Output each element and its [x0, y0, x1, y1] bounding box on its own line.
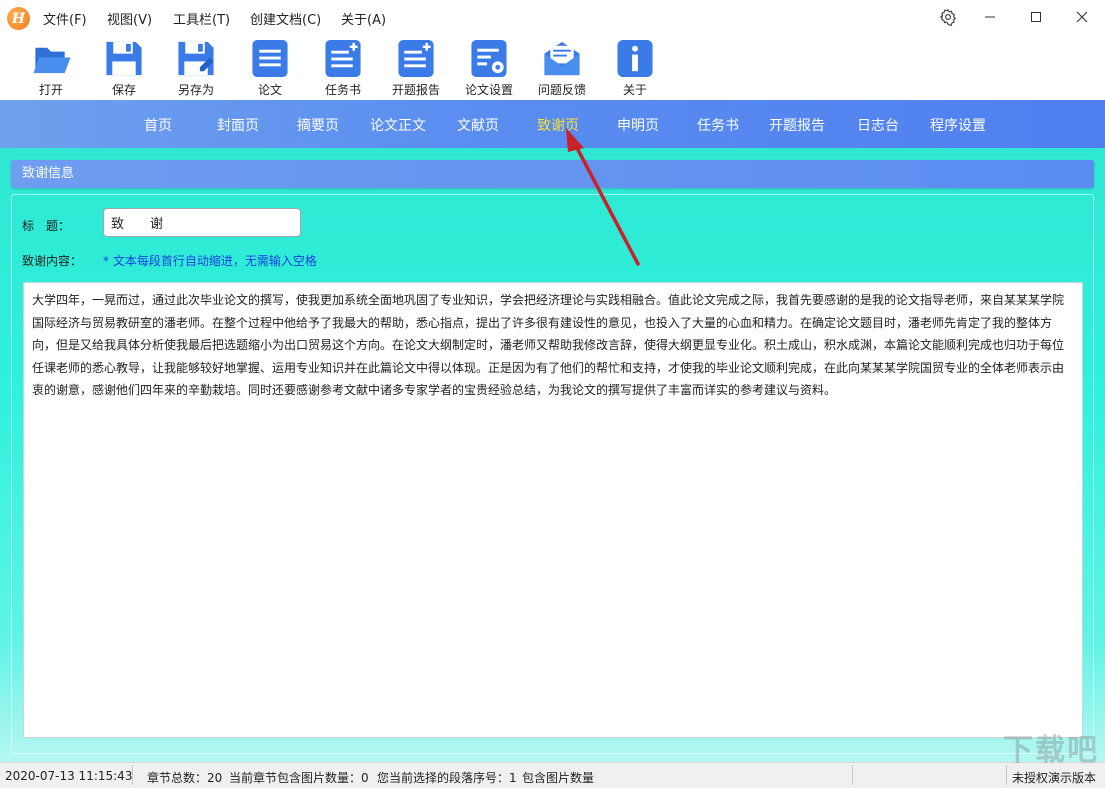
- toolbar-label: 另存为: [178, 81, 214, 98]
- toolbar-label: 论文: [258, 81, 282, 98]
- minimize-button[interactable]: [967, 0, 1013, 34]
- status-divider: [132, 765, 133, 785]
- toolbar-about-button[interactable]: 关于: [605, 38, 665, 98]
- status-divider: [852, 765, 853, 785]
- tab-declaration[interactable]: 申明页: [617, 115, 659, 135]
- folder-open-icon: [29, 38, 73, 79]
- status-paragraph-index: 您当前选择的段落序号：1: [377, 769, 517, 786]
- gear-icon: [939, 8, 957, 26]
- document-lines-icon: [248, 38, 292, 79]
- app-logo-letter: H: [12, 11, 25, 27]
- main-area: 致谢信息 标 题： 致谢内容： * 文本每段首行自动缩进，无需输入空格 大学四年…: [0, 148, 1105, 762]
- tab-cover[interactable]: 封面页: [217, 115, 259, 135]
- content-textarea[interactable]: 大学四年，一晃而过，通过此次毕业论文的撰写，使我更加系统全面地巩固了专业知识，学…: [23, 282, 1083, 738]
- toolbar-label: 关于: [623, 81, 647, 98]
- toolbar-thesis-settings-button[interactable]: 论文设置: [459, 38, 519, 98]
- toolbar-assignment-button[interactable]: 任务书: [313, 38, 373, 98]
- title-bar: H 文件(F) 视图(V) 工具栏(T) 创建文档(C) 关于(A): [0, 0, 1105, 34]
- section-header: 致谢信息: [11, 160, 1094, 188]
- document-plus-icon: [394, 38, 438, 79]
- tab-assignment[interactable]: 任务书: [697, 115, 739, 135]
- tab-body[interactable]: 论文正文: [370, 115, 426, 135]
- status-chapter-images: 当前章节包含图片数量：0: [229, 769, 369, 786]
- close-icon: [1076, 11, 1088, 23]
- tab-proposal[interactable]: 开题报告: [769, 115, 825, 135]
- toolbar-save-as-button[interactable]: 另存为: [166, 38, 226, 98]
- document-settings-icon: [467, 38, 511, 79]
- menu-about[interactable]: 关于(A): [341, 9, 386, 28]
- toolbar-save-button[interactable]: 保存: [94, 38, 154, 98]
- toolbar-label: 问题反馈: [538, 81, 586, 98]
- content-label: 致谢内容：: [22, 252, 82, 269]
- tab-program-settings[interactable]: 程序设置: [930, 115, 986, 135]
- tab-abstract[interactable]: 摘要页: [297, 115, 339, 135]
- toolbar: 打开 保存 另存为 论文: [0, 34, 1105, 100]
- content-hint: * 文本每段首行自动缩进，无需输入空格: [103, 252, 317, 269]
- menu-create-document[interactable]: 创建文档(C): [250, 9, 321, 28]
- tab-references[interactable]: 文献页: [457, 115, 499, 135]
- toolbar-label: 保存: [112, 81, 136, 98]
- nav-bar: 首页 封面页 摘要页 论文正文 文献页 致谢页 申明页 任务书 开题报告 日志台…: [0, 100, 1105, 148]
- watermark-logo: 下载吧: [1003, 725, 1099, 769]
- envelope-icon: [540, 38, 584, 79]
- toolbar-label: 任务书: [325, 81, 361, 98]
- tab-acknowledgement[interactable]: 致谢页: [537, 115, 579, 135]
- maximize-button[interactable]: [1013, 0, 1059, 34]
- title-input[interactable]: [103, 208, 301, 237]
- menu-view[interactable]: 视图(V): [107, 9, 152, 28]
- title-label: 标 题：: [22, 217, 70, 234]
- toolbar-proposal-button[interactable]: 开题报告: [386, 38, 446, 98]
- toolbar-label: 打开: [39, 81, 63, 98]
- minimize-icon: [984, 11, 996, 23]
- toolbar-label: 论文设置: [465, 81, 513, 98]
- close-button[interactable]: [1059, 0, 1105, 34]
- settings-button[interactable]: [925, 0, 971, 34]
- save-as-icon: [174, 38, 218, 79]
- toolbar-open-button[interactable]: 打开: [21, 38, 81, 98]
- tab-home[interactable]: 首页: [144, 115, 172, 135]
- toolbar-feedback-button[interactable]: 问题反馈: [532, 38, 592, 98]
- save-icon: [102, 38, 146, 79]
- toolbar-thesis-button[interactable]: 论文: [240, 38, 300, 98]
- status-license: 未授权演示版本: [1012, 769, 1096, 786]
- status-paragraph-images: 包含图片数量: [522, 769, 594, 786]
- info-icon: [613, 38, 657, 79]
- menu-toolbar[interactable]: 工具栏(T): [173, 9, 230, 28]
- tab-log[interactable]: 日志台: [857, 115, 899, 135]
- status-bar: 2020-07-13 11:15:43 章节总数：20 当前章节包含图片数量：0…: [0, 762, 1105, 788]
- status-datetime: 2020-07-13 11:15:43: [5, 769, 132, 783]
- menu-file[interactable]: 文件(F): [43, 9, 87, 28]
- app-logo: H: [7, 7, 30, 30]
- status-chapter-total: 章节总数：20: [147, 769, 222, 786]
- toolbar-label: 开题报告: [392, 81, 440, 98]
- maximize-icon: [1030, 11, 1042, 23]
- document-plus-icon: [321, 38, 365, 79]
